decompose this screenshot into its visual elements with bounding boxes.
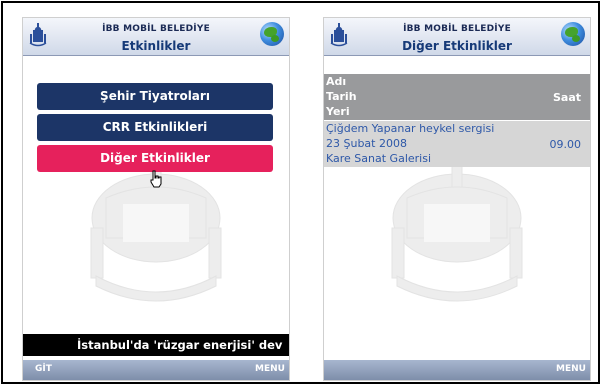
event-name: Çiğdem Yapanar heykel sergisi: [326, 122, 495, 135]
event-place: Kare Sanat Galerisi: [326, 152, 432, 165]
phone-screen-other-events: İBB MOBİL BELEDİYE Diğer Etkinlikler Adı…: [323, 17, 591, 381]
news-ticker[interactable]: İstanbul'da 'rüzgar enerjisi' dev: [23, 334, 289, 356]
softkey-menu[interactable]: MENU: [556, 364, 586, 374]
ibb-watermark-icon: [391, 159, 523, 302]
column-place-header: Yeri: [326, 105, 350, 118]
events-table-header: Adı Tarih Yeri Saat: [324, 74, 590, 120]
menu-button-diger-etkinlikler[interactable]: Diğer Etkinlikler: [37, 145, 273, 172]
softkey-bar: GİT MENU: [23, 360, 289, 380]
hand-cursor-icon: [150, 170, 162, 188]
table-row[interactable]: Çiğdem Yapanar heykel sergisi 23 Şubat 2…: [324, 121, 590, 167]
column-time-header: Saat: [552, 91, 581, 104]
softkey-bar: MENU: [324, 360, 590, 380]
app-header: İBB MOBİL BELEDİYE Etkinlikler: [23, 18, 289, 56]
softkey-git[interactable]: GİT: [35, 364, 52, 374]
page-title: Diğer Etkinlikler: [324, 38, 590, 56]
header-title: İBB MOBİL BELEDİYE: [102, 24, 210, 34]
app-header: İBB MOBİL BELEDİYE Diğer Etkinlikler: [324, 18, 590, 56]
phone-screen-events-menu: İBB MOBİL BELEDİYE Etkinlikler Şehir Tiy…: [22, 17, 290, 381]
header-title: İBB MOBİL BELEDİYE: [403, 24, 511, 34]
column-name-header: Adı: [326, 75, 347, 88]
menu-button-sehir-tiyatrolari[interactable]: Şehir Tiyatroları: [37, 83, 273, 110]
event-date: 23 Şubat 2008: [326, 137, 407, 150]
column-date-header: Tarih: [326, 90, 357, 103]
screenshot-frame: İBB MOBİL BELEDİYE Etkinlikler Şehir Tiy…: [1, 1, 600, 384]
softkey-menu[interactable]: MENU: [255, 364, 285, 374]
menu-button-crr-etkinlikleri[interactable]: CRR Etkinlikleri: [37, 114, 273, 141]
event-time: 09.00: [549, 138, 582, 151]
page-title: Etkinlikler: [23, 38, 289, 56]
